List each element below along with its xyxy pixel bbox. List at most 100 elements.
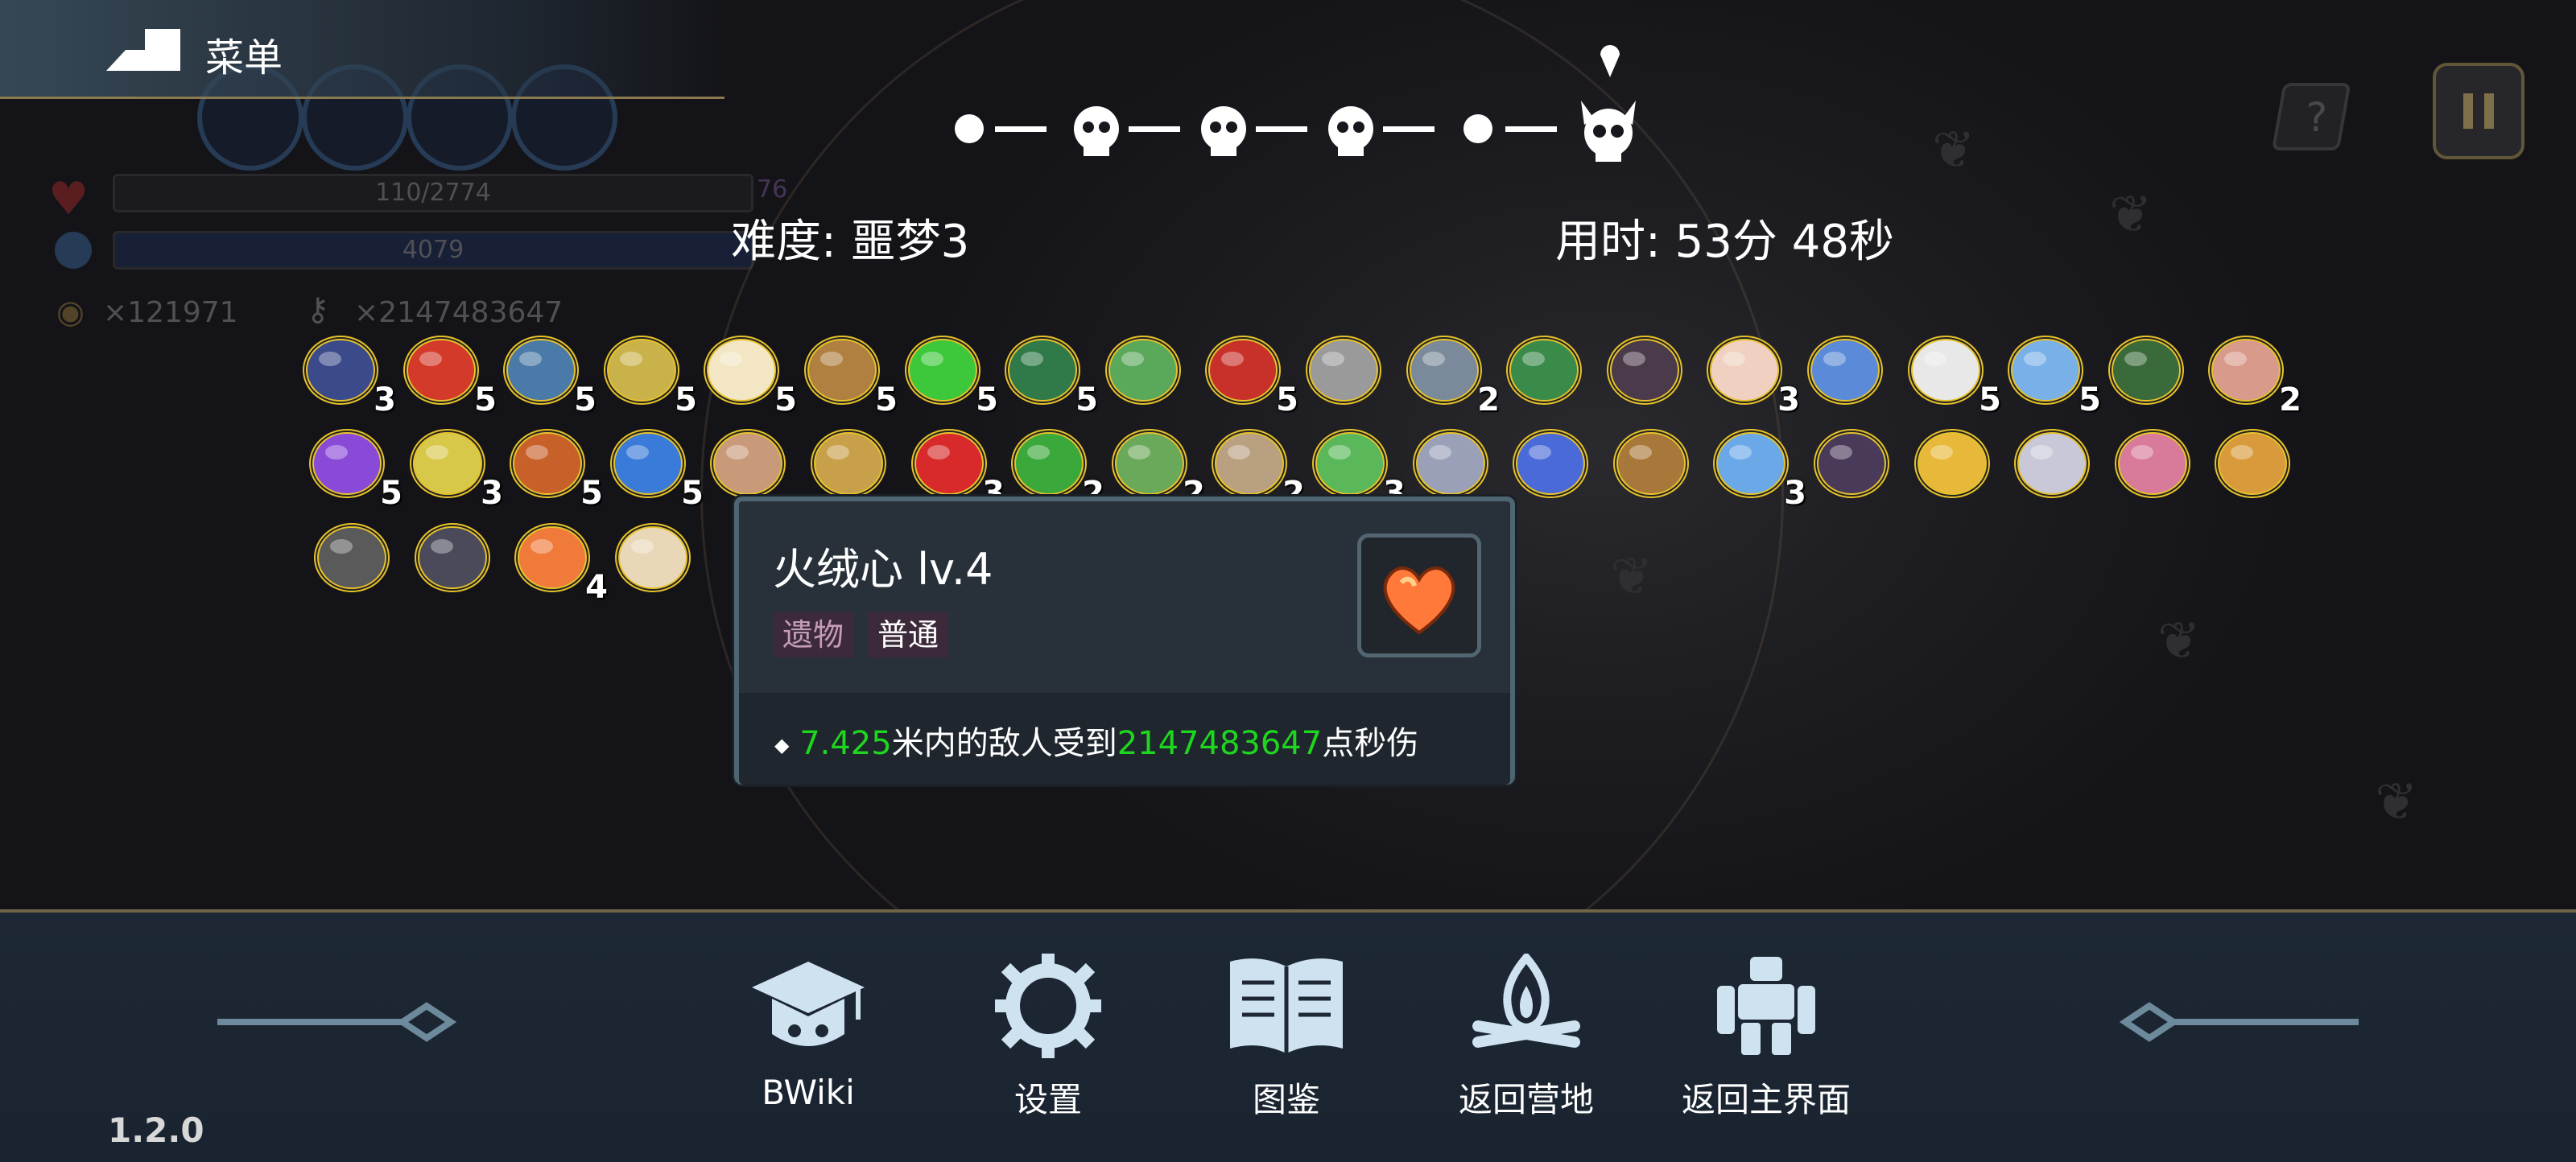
- relic-slot[interactable]: [1807, 417, 1896, 505]
- relic-slot[interactable]: 3: [296, 323, 396, 418]
- relic-level: 5: [1979, 381, 2001, 418]
- decor-leaf: ❦: [2375, 773, 2418, 832]
- relic-slot[interactable]: [1801, 323, 1889, 412]
- relic-slot[interactable]: 5: [397, 323, 497, 418]
- demon-mask-icon: [1205, 336, 1281, 405]
- relic-slot[interactable]: 4: [508, 511, 608, 606]
- sword-icon: [503, 336, 579, 405]
- settings-label: 设置: [1013, 1080, 1082, 1119]
- silver-key-icon: [2014, 429, 2090, 498]
- relic-level: 5: [580, 475, 603, 512]
- relic-slot[interactable]: [804, 417, 893, 505]
- return-camp-button[interactable]: 返回营地: [1438, 954, 1615, 1131]
- skull-mask-icon: [314, 523, 390, 592]
- relic-level: 3: [374, 381, 396, 418]
- relic-level: 5: [1276, 381, 1298, 418]
- desc-value-range: 7.425: [799, 725, 892, 762]
- return-main-menu-label: 返回主界面: [1681, 1080, 1851, 1119]
- relic-slot[interactable]: 5: [998, 323, 1098, 418]
- relic-slot[interactable]: 5: [604, 417, 704, 512]
- green-helmet-icon: [1506, 336, 1582, 405]
- red-orb-icon: [911, 429, 987, 498]
- spear-icon: [1306, 336, 1381, 405]
- relic-slot[interactable]: 3: [403, 417, 503, 512]
- red-eye-icon: [403, 336, 479, 405]
- relic-slot[interactable]: 5: [303, 417, 402, 512]
- relic-slot[interactable]: 5: [1901, 323, 2001, 418]
- book-icon: [1230, 958, 1343, 1053]
- relic-slot[interactable]: [308, 511, 396, 600]
- relic-slot[interactable]: 5: [497, 323, 597, 418]
- return-main-menu-button[interactable]: 返回主界面: [1678, 954, 1855, 1131]
- relic-slot[interactable]: [1600, 323, 1689, 412]
- relic-slot[interactable]: 2: [2202, 323, 2301, 418]
- green-boot-icon: [2108, 336, 2184, 405]
- right-ornament-icon: [2119, 1002, 2359, 1042]
- relic-slot[interactable]: 3: [905, 417, 1005, 512]
- bwiki-label: BWiki: [762, 1073, 855, 1112]
- relic-slot[interactable]: 3: [1306, 417, 1406, 512]
- settings-button[interactable]: 设置: [960, 954, 1137, 1131]
- codex-button[interactable]: 图鉴: [1198, 954, 1375, 1131]
- codex-label: 图鉴: [1252, 1080, 1320, 1119]
- leaf-icon: [1105, 336, 1181, 405]
- relic-slot[interactable]: [704, 417, 792, 505]
- purple-boot-icon: [309, 429, 385, 498]
- relic-level: 5: [681, 475, 704, 512]
- herb-icon: [1112, 429, 1187, 498]
- relic-slot[interactable]: 3: [1700, 323, 1800, 418]
- relic-slot[interactable]: [1908, 417, 1996, 505]
- relic-slot[interactable]: 3: [1707, 417, 1806, 512]
- relic-slot[interactable]: 2: [1105, 417, 1205, 512]
- relic-slot[interactable]: 5: [898, 323, 998, 418]
- relic-level: 5: [474, 381, 497, 418]
- blue-ring-icon: [610, 429, 686, 498]
- relic-level: 3: [1777, 381, 1800, 418]
- relic-slot[interactable]: [1299, 323, 1388, 412]
- relic-slot[interactable]: 5: [597, 323, 697, 418]
- relic-slot[interactable]: [408, 511, 497, 600]
- relic-slot[interactable]: [1607, 417, 1695, 505]
- relic-level: 5: [574, 381, 597, 418]
- relic-slot[interactable]: [1099, 323, 1187, 412]
- relic-slot[interactable]: 2: [1400, 323, 1500, 418]
- relic-slot[interactable]: 5: [1199, 323, 1298, 418]
- relic-slot[interactable]: [2008, 417, 2096, 505]
- relic-slot[interactable]: [2108, 417, 2197, 505]
- relic-slot[interactable]: 2: [1005, 417, 1104, 512]
- stone-egg-icon: [710, 429, 786, 498]
- relic-slot[interactable]: [2102, 323, 2190, 412]
- feather-icon: [1707, 336, 1782, 405]
- tooltip-description: ◆ 7.425米内的敌人受到2147483647点秒伤: [774, 717, 1418, 764]
- return-camp-label: 返回营地: [1458, 1080, 1594, 1119]
- relic-level: 5: [875, 381, 898, 418]
- left-ornament-icon: [217, 1002, 457, 1042]
- relic-level: 2: [2279, 381, 2301, 418]
- relic-level: 3: [1784, 475, 1806, 512]
- relic-slot[interactable]: [1500, 323, 1588, 412]
- relic-slot[interactable]: 2: [1205, 417, 1305, 512]
- striped-bar-icon: [811, 429, 886, 498]
- bone-club-icon: [1212, 429, 1287, 498]
- relic-slot[interactable]: [609, 511, 697, 600]
- knight-helmet-icon: [415, 523, 490, 592]
- relic-slot[interactable]: [1506, 417, 1595, 505]
- gauntlet-icon: [1406, 336, 1482, 405]
- tooltip-tag-rarity: 普通: [868, 612, 949, 657]
- relic-slot[interactable]: [2208, 417, 2297, 505]
- desc-text: 米内的敌人受到: [891, 725, 1117, 762]
- relic-slot[interactable]: 5: [2001, 323, 2101, 418]
- flesh-arm-icon: [2208, 336, 2284, 405]
- dark-amulet-icon: [1607, 336, 1682, 405]
- crystal-shard-icon: [1413, 429, 1488, 498]
- relic-slot[interactable]: 5: [503, 417, 603, 512]
- relic-slot[interactable]: 5: [697, 323, 797, 418]
- relic-slot[interactable]: [1406, 417, 1495, 505]
- bwiki-button[interactable]: BWiki: [720, 954, 897, 1131]
- item-tooltip: 火绒心 lv.4 遗物 普通 ◆ 7.425米内的敌人受到2147483647点…: [734, 497, 1515, 785]
- green-shorts-icon: [1005, 336, 1080, 405]
- relic-slot[interactable]: 5: [798, 323, 898, 418]
- relic-level: 5: [774, 381, 797, 418]
- treasure-chest-icon: [1613, 429, 1689, 498]
- graduation-cap-icon: [752, 962, 865, 1046]
